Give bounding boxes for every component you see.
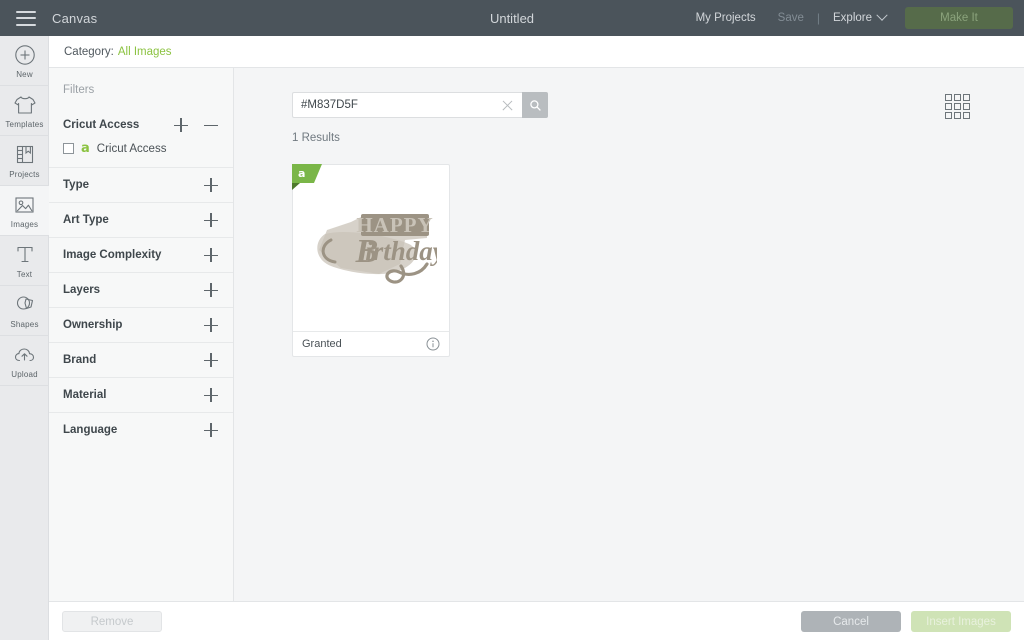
sidebar-item-label: Shapes: [10, 319, 39, 329]
filter-group-cricut-access: Cricut Access a Cricut Access: [49, 108, 233, 167]
image-thumbnail: HAPPY B irthday: [293, 165, 449, 331]
filter-group-header[interactable]: Material: [63, 378, 219, 412]
sidebar-item-shapes[interactable]: Shapes: [0, 286, 49, 336]
explore-label: Explore: [833, 12, 872, 24]
filter-group-layers: Layers: [49, 272, 233, 307]
filter-option-cricut-access[interactable]: a Cricut Access: [63, 142, 219, 155]
sidebar-item-templates[interactable]: Templates: [0, 86, 49, 136]
sidebar-item-label: Images: [10, 219, 39, 229]
sidebar-item-upload[interactable]: Upload: [0, 336, 49, 386]
image-card-title: Granted: [302, 338, 342, 350]
image-card-footer: Granted: [293, 331, 449, 356]
my-projects-button[interactable]: My Projects: [685, 12, 767, 24]
plus-icon[interactable]: [203, 422, 219, 438]
close-icon[interactable]: [501, 99, 514, 112]
filter-group-name: Type: [63, 179, 89, 191]
sidebar-item-images[interactable]: Images: [0, 186, 49, 236]
filter-group-ownership: Ownership: [49, 307, 233, 342]
filter-group-material: Material: [49, 377, 233, 412]
svg-text:irthday: irthday: [365, 236, 437, 266]
filters-panel: Filters Cricut Access a Cricut Access Ty…: [49, 68, 234, 601]
filter-option-label: Cricut Access: [96, 142, 167, 155]
info-icon[interactable]: [426, 337, 440, 351]
tshirt-icon: [12, 93, 38, 117]
plus-icon[interactable]: [203, 317, 219, 333]
filter-group-header[interactable]: Image Complexity: [63, 238, 219, 272]
filter-group-header[interactable]: Type: [63, 168, 219, 202]
cloud-upload-icon: [12, 343, 38, 367]
results-count: 1 Results: [292, 132, 340, 144]
plus-icon[interactable]: [203, 387, 219, 403]
filters-title: Filters: [63, 84, 95, 96]
remove-button[interactable]: Remove: [62, 611, 162, 632]
sidebar-item-text[interactable]: Text: [0, 236, 49, 286]
grid-view-icon[interactable]: [945, 94, 970, 119]
book-icon: [12, 143, 38, 167]
category-label: Category:: [64, 45, 114, 58]
chevron-down-icon: [876, 9, 888, 21]
sidebar-item-label: Templates: [5, 119, 44, 129]
make-it-button[interactable]: Make It: [905, 7, 1013, 29]
checkbox[interactable]: [63, 143, 74, 154]
plus-icon[interactable]: [203, 282, 219, 298]
plus-icon[interactable]: [203, 212, 219, 228]
filter-group-name: Language: [63, 424, 118, 436]
plus-circle-icon: [12, 43, 38, 67]
filter-group-name: Cricut Access: [63, 119, 140, 131]
category-value-link[interactable]: All Images: [118, 46, 172, 58]
filter-group-brand: Brand: [49, 342, 233, 377]
search-value: #M837D5F: [301, 99, 358, 111]
text-icon: [12, 243, 38, 267]
plus-icon[interactable]: [173, 117, 189, 133]
save-button[interactable]: Save: [767, 12, 815, 24]
filter-group-name: Image Complexity: [63, 249, 162, 261]
filter-group-header[interactable]: Layers: [63, 273, 219, 307]
image-card[interactable]: a HAPPY B irthday Granted: [292, 164, 450, 357]
hamburger-icon[interactable]: [16, 10, 36, 26]
filter-group-name: Art Type: [63, 214, 109, 226]
left-toolbar: New Templates Projects Images Text Shape…: [0, 36, 49, 640]
cricut-access-badge-icon: a: [81, 141, 90, 156]
filter-group-name: Layers: [63, 284, 101, 296]
filter-group-header[interactable]: Cricut Access: [63, 108, 219, 142]
filter-group-name: Ownership: [63, 319, 123, 331]
filter-group-header[interactable]: Language: [63, 413, 219, 447]
image-icon: [12, 193, 38, 217]
search-bar: #M837D5F: [292, 92, 548, 118]
filter-group-header[interactable]: Brand: [63, 343, 219, 377]
shapes-icon: [12, 293, 38, 317]
canvas-label: Canvas: [52, 10, 98, 26]
filter-group-body: a Cricut Access: [63, 142, 219, 167]
results-panel: #M837D5F 1 Results a HAPPY B irthday Gra…: [234, 68, 1024, 601]
sidebar-item-label: Upload: [11, 369, 38, 379]
sidebar-item-label: Text: [16, 269, 33, 279]
sidebar-item-projects[interactable]: Projects: [0, 136, 49, 186]
search-input[interactable]: #M837D5F: [292, 92, 522, 118]
filter-group-art-type: Art Type: [49, 202, 233, 237]
sidebar-item-label: Projects: [9, 169, 40, 179]
breadcrumb: Category: All Images: [49, 36, 1024, 68]
sidebar-item-new[interactable]: New: [0, 36, 49, 86]
explore-menu[interactable]: Explore: [822, 9, 897, 24]
filter-group-name: Material: [63, 389, 107, 401]
filter-group-type: Type: [49, 167, 233, 202]
insert-images-button[interactable]: Insert Images: [911, 611, 1011, 632]
minus-icon[interactable]: [203, 117, 219, 133]
plus-icon[interactable]: [203, 352, 219, 368]
filter-group-header[interactable]: Art Type: [63, 203, 219, 237]
search-submit-button[interactable]: [522, 92, 548, 118]
sidebar-item-label: New: [16, 69, 33, 79]
header-actions: My Projects Save | Explore Make It: [685, 0, 1024, 36]
filter-group-language: Language: [49, 412, 233, 447]
plus-icon[interactable]: [203, 177, 219, 193]
cancel-button[interactable]: Cancel: [801, 611, 901, 632]
filter-group-name: Brand: [63, 354, 97, 366]
filter-group-header[interactable]: Ownership: [63, 308, 219, 342]
happy-birthday-artwork: HAPPY B irthday: [317, 213, 437, 284]
search-icon: [529, 99, 541, 111]
filter-group-image-complexity: Image Complexity: [49, 237, 233, 272]
action-bar: Remove Cancel Insert Images: [49, 601, 1024, 640]
plus-icon[interactable]: [203, 247, 219, 263]
header-separator: |: [816, 11, 820, 25]
